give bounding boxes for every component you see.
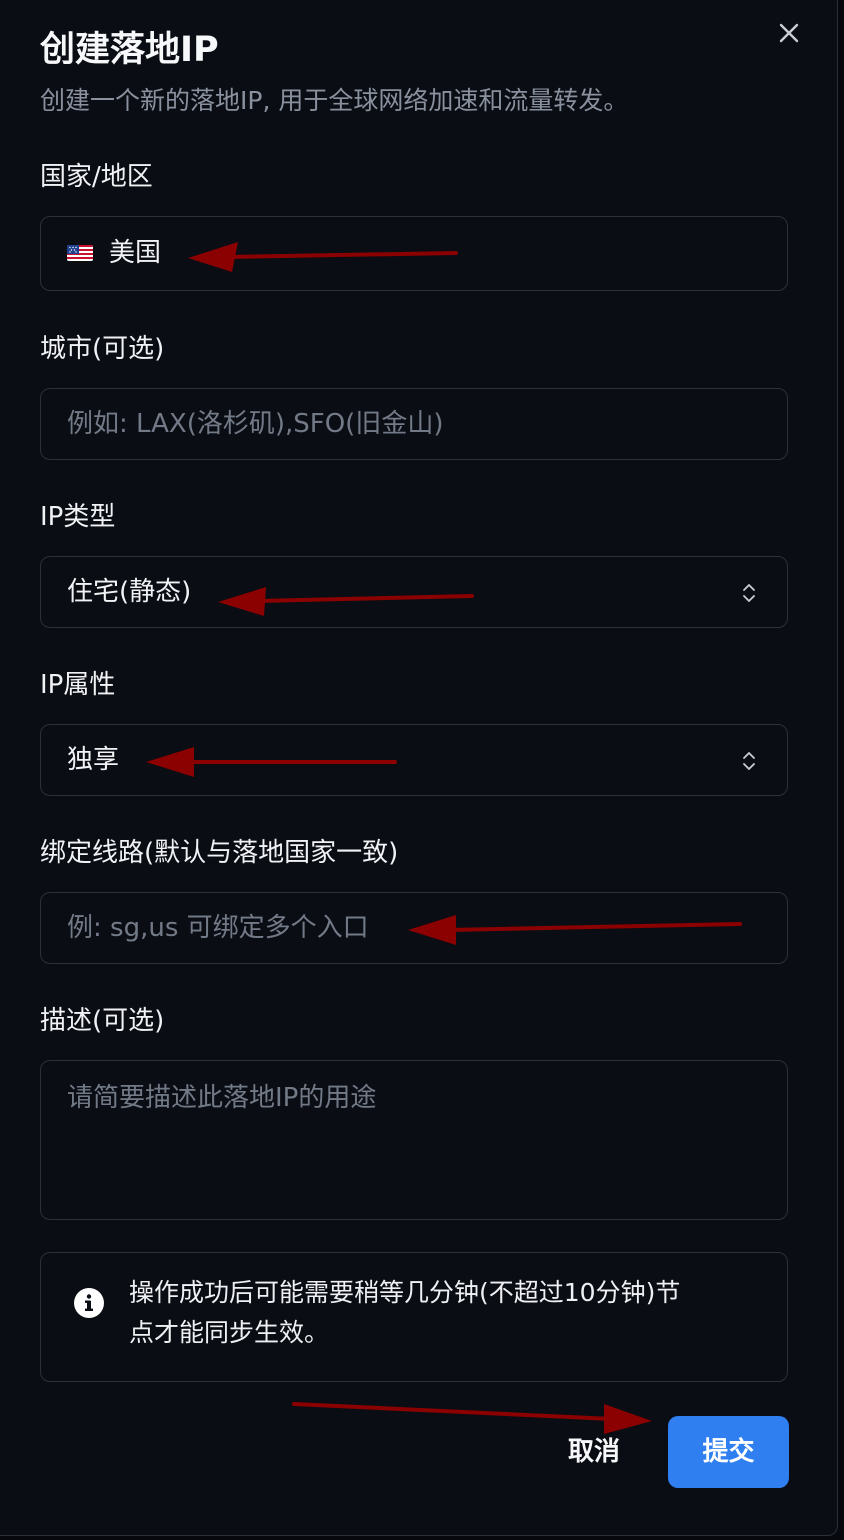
chevron-up-down-icon xyxy=(743,584,755,602)
ip-attribute-value: 独享 xyxy=(67,745,120,775)
cancel-button[interactable]: 取消 xyxy=(546,1418,642,1486)
ip-attribute-label: IP属性 xyxy=(40,670,116,700)
create-landing-ip-dialog: 创建落地IP 创建一个新的落地IP, 用于全球网络加速和流量转发。 国家/地区 … xyxy=(0,0,838,1536)
city-label: 城市(可选) xyxy=(40,334,165,364)
dialog-title: 创建落地IP xyxy=(40,30,219,70)
description-placeholder: 请简要描述此落地IP的用途 xyxy=(67,1083,377,1113)
close-icon[interactable] xyxy=(772,16,806,50)
dialog-subtitle: 创建一个新的落地IP, 用于全球网络加速和流量转发。 xyxy=(40,86,629,115)
chevron-up-down-icon xyxy=(743,752,755,770)
bind-route-input[interactable]: 例: sg,us 可绑定多个入口 xyxy=(40,892,788,964)
submit-button[interactable]: 提交 xyxy=(668,1416,789,1488)
ip-type-select[interactable]: 住宅(静态) xyxy=(40,556,788,628)
description-textarea[interactable]: 请简要描述此落地IP的用途 xyxy=(40,1060,788,1220)
ip-attribute-select[interactable]: 独享 xyxy=(40,724,788,796)
city-placeholder: 例如: LAX(洛杉矶),SFO(旧金山) xyxy=(67,409,444,439)
ip-type-value: 住宅(静态) xyxy=(67,577,192,607)
country-value: 美国 xyxy=(109,238,162,268)
info-notice: 操作成功后可能需要稍等几分钟(不超过10分钟)节 点才能同步生效。 xyxy=(40,1252,788,1382)
info-text: 操作成功后可能需要稍等几分钟(不超过10分钟)节 点才能同步生效。 xyxy=(129,1273,749,1353)
info-icon xyxy=(74,1288,104,1318)
info-text-line-1: 操作成功后可能需要稍等几分钟(不超过10分钟)节 xyxy=(129,1278,681,1307)
country-select[interactable]: 美国 xyxy=(40,216,788,291)
info-text-line-2: 点才能同步生效。 xyxy=(129,1318,330,1347)
description-label: 描述(可选) xyxy=(40,1006,165,1036)
city-input[interactable]: 例如: LAX(洛杉矶),SFO(旧金山) xyxy=(40,388,788,460)
us-flag-icon xyxy=(67,245,93,261)
bind-route-label: 绑定线路(默认与落地国家一致) xyxy=(40,838,399,868)
ip-type-label: IP类型 xyxy=(40,502,116,532)
country-label: 国家/地区 xyxy=(40,162,153,192)
bind-route-placeholder: 例: sg,us 可绑定多个入口 xyxy=(67,913,369,943)
